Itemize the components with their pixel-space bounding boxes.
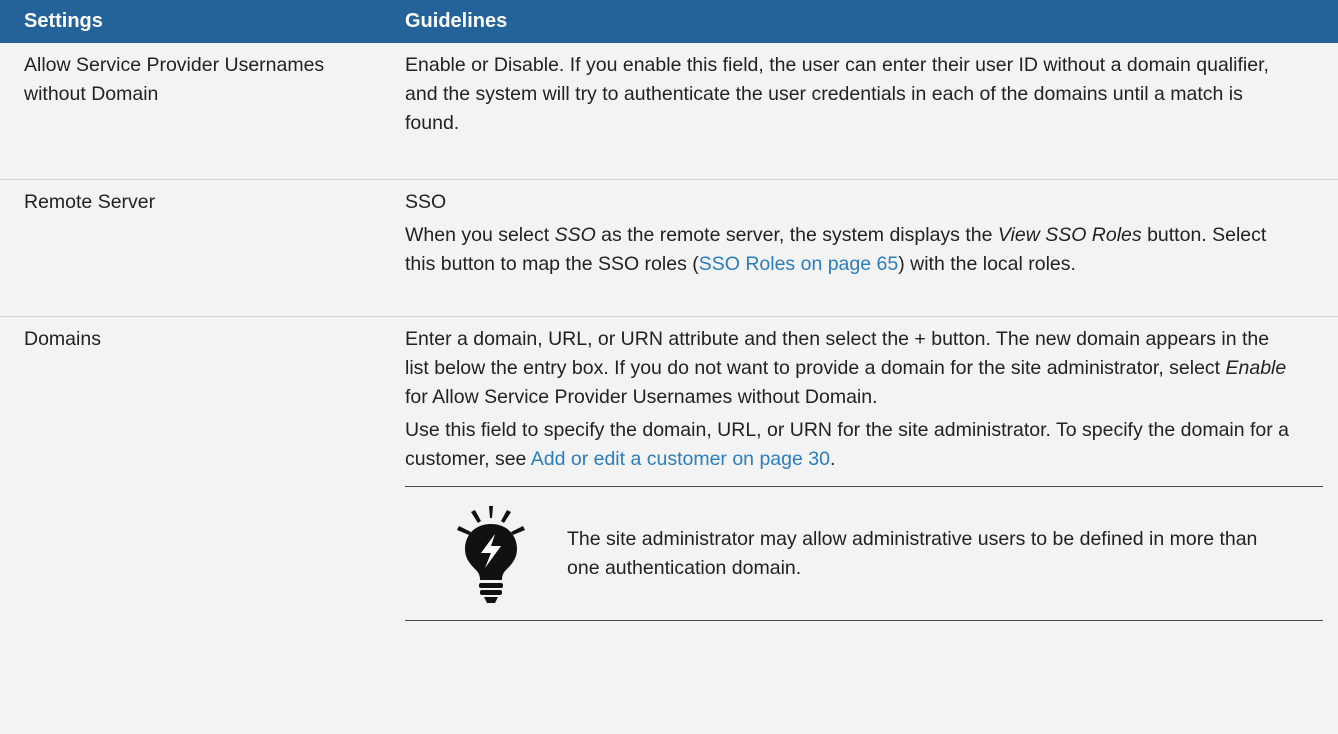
- sso-roles-link[interactable]: SSO Roles on page 65: [699, 253, 898, 275]
- setting-name: Allow Service Provider Usernames without…: [24, 54, 325, 105]
- table-row: Remote Server SSO When you select SSO as…: [0, 180, 1338, 317]
- table-row: Allow Service Provider Usernames without…: [0, 43, 1338, 180]
- lightbulb-icon: [445, 504, 537, 604]
- setting-name: Remote Server: [24, 191, 156, 213]
- italic-term: SSO: [554, 224, 596, 246]
- table-row: Domains Enter a domain, URL, or URN attr…: [0, 317, 1338, 734]
- header-settings: Settings: [24, 10, 103, 32]
- add-customer-link[interactable]: Add or edit a customer on page 30: [531, 448, 830, 470]
- guideline-value: SSO: [405, 191, 447, 213]
- settings-table: Settings Guidelines Allow Service Provid…: [0, 0, 1338, 734]
- text-span: When you select: [405, 224, 555, 246]
- text-span: as the remote server, the system display…: [595, 224, 998, 246]
- table-header: Settings Guidelines: [0, 0, 1338, 43]
- setting-name: Domains: [24, 328, 101, 350]
- guideline-paragraph: When you select SSO as the remote server…: [405, 221, 1293, 279]
- guideline-paragraph: Enable or Disable. If you enable this fi…: [405, 54, 1269, 134]
- text-span: Enter a domain, URL, or URN attribute an…: [405, 328, 1270, 379]
- guideline-paragraph: Enter a domain, URL, or URN attribute an…: [405, 325, 1293, 412]
- italic-term: View SSO Roles: [997, 224, 1142, 246]
- guideline-paragraph: Use this field to specify the domain, UR…: [405, 416, 1293, 474]
- tip-text: The site administrator may allow adminis…: [567, 527, 1258, 579]
- text-span: .: [829, 448, 836, 470]
- text-span: ) with the local roles.: [898, 253, 1076, 275]
- text-span: for Allow Service Provider Usernames wit…: [405, 386, 878, 408]
- guideline-text: Enter a domain, URL, or URN attribute an…: [395, 317, 1338, 734]
- italic-term: Enable: [1225, 357, 1287, 379]
- guideline-text: SSO When you select SSO as the remote se…: [395, 180, 1338, 316]
- tip-callout: The site administrator may allow adminis…: [405, 486, 1323, 621]
- guideline-text: Enable or Disable. If you enable this fi…: [395, 43, 1338, 179]
- header-guidelines: Guidelines: [405, 10, 508, 32]
